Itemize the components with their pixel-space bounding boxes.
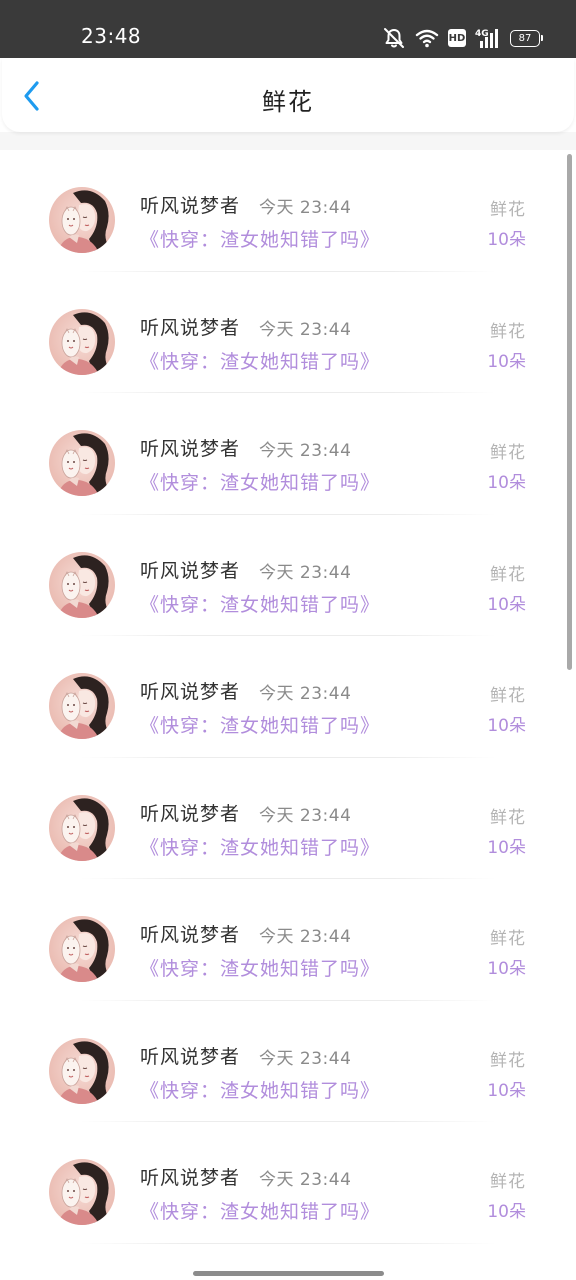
avatar[interactable] <box>49 551 115 618</box>
avatar[interactable] <box>49 1159 115 1225</box>
scrollbar[interactable] <box>567 154 572 670</box>
avatar[interactable] <box>49 1037 115 1104</box>
book-title[interactable]: 《快穿：渣女她知错了吗》 <box>140 225 380 252</box>
book-title[interactable]: 《快穿：渣女她知错了吗》 <box>140 1076 380 1103</box>
username[interactable]: 听风说梦者 <box>140 191 240 218</box>
list-item[interactable]: 听风说梦者 今天 23:44 《快穿：渣女她知错了吗》 鲜花 10朵 <box>0 393 576 515</box>
avatar[interactable] <box>49 430 115 496</box>
username[interactable]: 听风说梦者 <box>140 799 240 826</box>
signal-icon: 4G <box>475 27 501 49</box>
gift-count: 10朵 <box>487 230 526 250</box>
gift-count: 10朵 <box>487 351 526 372</box>
bell-mute-icon <box>382 27 406 49</box>
gift-count: 10朵 <box>487 1202 526 1222</box>
book-title[interactable]: 《快穿：渣女她知错了吗》 <box>140 468 380 495</box>
list-item[interactable]: 听风说梦者 今天 23:44 《快穿：渣女她知错了吗》 鲜花 10朵 <box>0 515 576 636</box>
gift-name: 鲜花 <box>490 200 526 220</box>
username[interactable]: 听风说梦者 <box>140 1163 240 1190</box>
timestamp: 今天 23:44 <box>259 198 352 218</box>
timestamp: 今天 23:44 <box>259 562 352 583</box>
header: 鲜花 <box>2 58 574 132</box>
avatar[interactable] <box>49 916 115 982</box>
gift-name: 鲜花 <box>490 686 526 706</box>
timestamp: 今天 23:44 <box>259 1170 352 1190</box>
book-title[interactable]: 《快穿：渣女她知错了吗》 <box>140 833 380 860</box>
flower-gift-list: 听风说梦者 今天 23:44 《快穿：渣女她知错了吗》 鲜花 10朵 听风说梦者… <box>0 150 576 1244</box>
list-item[interactable]: 听风说梦者 今天 23:44 《快穿：渣女她知错了吗》 鲜花 10朵 <box>0 272 576 393</box>
status-icons: HD 4G 87 <box>382 25 543 51</box>
battery-level: 87 <box>518 32 532 44</box>
gift-name: 鲜花 <box>490 807 526 828</box>
header-gap <box>0 132 576 150</box>
gift-name: 鲜花 <box>490 564 526 585</box>
gift-name: 鲜花 <box>490 321 526 342</box>
avatar[interactable] <box>49 673 115 739</box>
timestamp: 今天 23:44 <box>259 1048 352 1069</box>
page-title: 鲜花 <box>262 88 314 116</box>
username[interactable]: 听风说梦者 <box>140 556 240 583</box>
list-item[interactable]: 听风说梦者 今天 23:44 《快穿：渣女她知错了吗》 鲜花 10朵 <box>0 1001 576 1122</box>
hd-icon: HD <box>448 29 466 47</box>
avatar[interactable] <box>49 308 115 375</box>
username[interactable]: 听风说梦者 <box>140 920 240 947</box>
gift-count: 10朵 <box>487 716 526 736</box>
gift-name: 鲜花 <box>490 1172 526 1192</box>
timestamp: 今天 23:44 <box>259 805 352 826</box>
timestamp: 今天 23:44 <box>259 319 352 340</box>
list-item[interactable]: 听风说梦者 今天 23:44 《快穿：渣女她知错了吗》 鲜花 10朵 <box>0 150 576 272</box>
avatar[interactable] <box>49 187 115 253</box>
book-title[interactable]: 《快穿：渣女她知错了吗》 <box>140 1197 380 1224</box>
list-item[interactable]: 听风说梦者 今天 23:44 《快穿：渣女她知错了吗》 鲜花 10朵 <box>0 879 576 1001</box>
book-title[interactable]: 《快穿：渣女她知错了吗》 <box>140 590 380 617</box>
wifi-icon <box>415 28 439 48</box>
status-time: 23:48 <box>81 24 142 48</box>
list-item[interactable]: 听风说梦者 今天 23:44 《快穿：渣女她知错了吗》 鲜花 10朵 <box>0 636 576 758</box>
gift-count: 10朵 <box>487 837 526 858</box>
book-title[interactable]: 《快穿：渣女她知错了吗》 <box>140 711 380 738</box>
username[interactable]: 听风说梦者 <box>140 313 240 340</box>
gift-name: 鲜花 <box>490 1050 526 1071</box>
gift-count: 10朵 <box>487 959 526 979</box>
book-title[interactable]: 《快穿：渣女她知错了吗》 <box>140 347 380 374</box>
divider <box>80 1242 496 1244</box>
gift-count: 10朵 <box>487 473 526 493</box>
username[interactable]: 听风说梦者 <box>140 434 240 461</box>
username[interactable]: 听风说梦者 <box>140 677 240 704</box>
home-indicator[interactable] <box>193 1271 384 1276</box>
book-title[interactable]: 《快穿：渣女她知错了吗》 <box>140 954 380 981</box>
gift-count: 10朵 <box>487 1080 526 1101</box>
status-bar: 23:48 HD 4G 87 <box>0 0 576 58</box>
gift-name: 鲜花 <box>490 929 526 949</box>
gift-name: 鲜花 <box>490 443 526 463</box>
gift-count: 10朵 <box>487 594 526 615</box>
list-item[interactable]: 听风说梦者 今天 23:44 《快穿：渣女她知错了吗》 鲜花 10朵 <box>0 1122 576 1244</box>
timestamp: 今天 23:44 <box>259 441 352 461</box>
avatar[interactable] <box>49 794 115 861</box>
battery-icon: 87 <box>510 29 543 47</box>
timestamp: 今天 23:44 <box>259 684 352 704</box>
timestamp: 今天 23:44 <box>259 927 352 947</box>
username[interactable]: 听风说梦者 <box>140 1042 240 1069</box>
list-item[interactable]: 听风说梦者 今天 23:44 《快穿：渣女她知错了吗》 鲜花 10朵 <box>0 758 576 879</box>
